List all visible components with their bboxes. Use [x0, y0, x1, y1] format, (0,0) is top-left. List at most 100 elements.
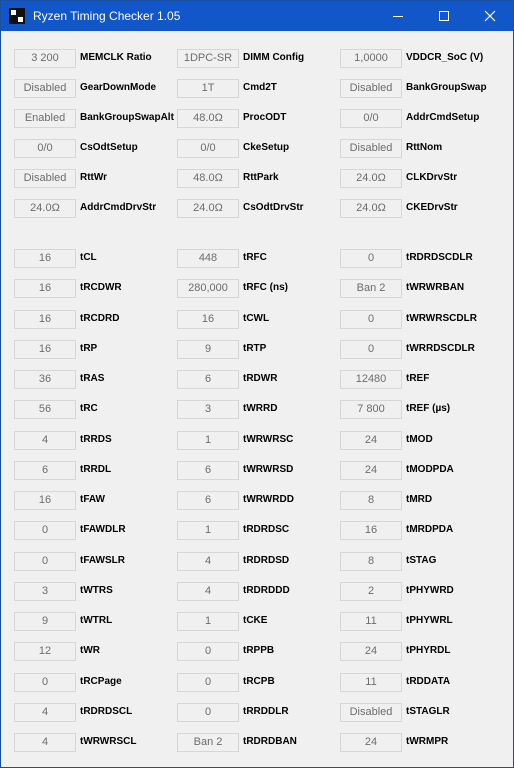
field-label: tRDRDSCL [80, 705, 133, 717]
field-label: tRTP [243, 342, 267, 354]
value-box[interactable]: 24 [340, 733, 402, 752]
value-box[interactable]: 1 [177, 430, 239, 450]
value-box[interactable]: 24.0Ω [340, 169, 402, 188]
value-box[interactable]: 16 [14, 279, 76, 299]
value-box[interactable]: 0 [177, 642, 239, 662]
field-label: AddrCmdDrvStr [80, 202, 157, 213]
value-box[interactable]: 16 [14, 249, 76, 268]
field-label: tRFC (ns) [243, 282, 288, 294]
field-label: BankGroupSwap [406, 82, 487, 93]
value-box[interactable]: 6 [177, 460, 239, 480]
field-label: tRP [80, 342, 98, 354]
value-box[interactable]: Disabled [340, 702, 402, 722]
value-box[interactable]: 9 [177, 339, 239, 359]
field-label: ProcODT [243, 112, 287, 123]
field-label: tWRWRSCL [80, 736, 137, 747]
field-label: tWRWRDD [243, 494, 294, 505]
value-box[interactable]: 4 [14, 430, 76, 450]
field-label: tWRWRSD [243, 463, 294, 475]
field-label: RttPark [243, 172, 279, 183]
value-box[interactable]: 24.0Ω [14, 199, 76, 218]
value-box[interactable]: 6 [177, 370, 239, 389]
value-box[interactable]: Disabled [340, 139, 402, 158]
value-box[interactable]: Disabled [14, 79, 76, 98]
value-box[interactable]: 11 [340, 672, 402, 692]
field-label: tWRWRBAN [406, 282, 465, 294]
value-box[interactable]: 0 [340, 249, 402, 268]
value-box[interactable]: 16 [14, 309, 76, 329]
value-box[interactable]: 6 [177, 491, 239, 510]
value-box[interactable]: 16 [340, 521, 402, 541]
value-box[interactable]: 0 [177, 672, 239, 692]
value-box[interactable]: 1T [177, 79, 239, 98]
value-box[interactable]: 0 [14, 551, 76, 571]
value-box[interactable]: 12480 [340, 370, 402, 389]
value-box[interactable]: 0 [14, 521, 76, 541]
value-box[interactable]: 3 [177, 400, 239, 420]
value-box[interactable]: 1 [177, 612, 239, 631]
field-label: tWTRS [80, 584, 113, 596]
field-label: tRCDWR [80, 282, 122, 294]
value-box[interactable]: 1 [177, 521, 239, 541]
value-box[interactable]: 7 800 [340, 400, 402, 420]
value-box[interactable]: 16 [14, 491, 76, 510]
value-box[interactable]: Disabled [340, 79, 402, 98]
field-label: CLKDrvStr [406, 172, 458, 183]
value-box[interactable]: 280,000 [177, 279, 239, 299]
value-box[interactable]: 24.0Ω [340, 199, 402, 218]
value-box[interactable]: 12 [14, 642, 76, 662]
value-box[interactable]: 16 [177, 309, 239, 329]
value-box[interactable]: Disabled [14, 169, 76, 188]
value-box[interactable]: 8 [340, 551, 402, 571]
value-box[interactable]: 36 [14, 370, 76, 389]
value-box[interactable]: 11 [340, 612, 402, 631]
field-label: tCKE [243, 615, 268, 626]
value-box[interactable]: 48.0Ω [177, 169, 239, 188]
value-box[interactable]: 24.0Ω [177, 199, 239, 218]
value-box[interactable]: 4 [14, 733, 76, 752]
value-box[interactable]: 1,0000 [340, 49, 402, 68]
value-box[interactable]: 0 [14, 672, 76, 692]
field-label: tRDRDSC [243, 524, 290, 536]
value-box[interactable]: 24 [340, 460, 402, 480]
value-box[interactable]: 6 [14, 460, 76, 480]
value-box[interactable]: 9 [14, 612, 76, 631]
value-box[interactable]: 0 [340, 309, 402, 329]
timings-grid: 3 200 MEMCLK Ratio 1DPC-SR DIMM Config 1,000… [1, 1, 513, 767]
value-box[interactable]: 1DPC-SR [177, 49, 239, 68]
value-box[interactable]: Ban 2 [340, 279, 402, 299]
value-box[interactable]: 56 [14, 400, 76, 420]
value-box[interactable]: Ban 2 [177, 733, 239, 752]
value-box[interactable]: 4 [177, 581, 239, 601]
value-box[interactable]: 448 [177, 249, 239, 268]
field-label: tSTAG [406, 554, 437, 566]
value-box[interactable]: 3 200 [14, 49, 76, 68]
field-label: tRAS [80, 373, 105, 384]
value-box[interactable]: 8 [340, 491, 402, 510]
value-box[interactable]: 16 [14, 339, 76, 359]
value-box[interactable]: 24 [340, 642, 402, 662]
field-label: tRRDDLR [243, 705, 289, 717]
value-box[interactable]: 4 [14, 702, 76, 722]
field-label: tRDWR [243, 373, 278, 384]
field-label: tRCDRD [80, 312, 120, 324]
field-label: tRPPB [243, 645, 275, 657]
field-label: tMODPDA [406, 463, 454, 475]
value-box[interactable]: 2 [340, 581, 402, 601]
value-box[interactable]: 3 [14, 581, 76, 601]
field-label: BankGroupSwapAlt [80, 112, 174, 123]
value-box[interactable]: 0/0 [177, 139, 239, 158]
value-box[interactable]: 0 [340, 339, 402, 359]
field-label: RttNom [406, 142, 443, 153]
value-box[interactable]: 0/0 [340, 109, 402, 128]
field-label: GearDownMode [80, 82, 157, 93]
value-box[interactable]: 4 [177, 551, 239, 571]
value-box[interactable]: 48.0Ω [177, 109, 239, 128]
value-box[interactable]: 0 [177, 702, 239, 722]
value-box[interactable]: Enabled [14, 109, 76, 128]
value-box[interactable]: 24 [340, 430, 402, 450]
field-label: tPHYWRD [406, 584, 454, 596]
field-label: VDDCR_SoC (V) [406, 52, 484, 63]
field-label: CkeSetup [243, 142, 290, 153]
value-box[interactable]: 0/0 [14, 139, 76, 158]
